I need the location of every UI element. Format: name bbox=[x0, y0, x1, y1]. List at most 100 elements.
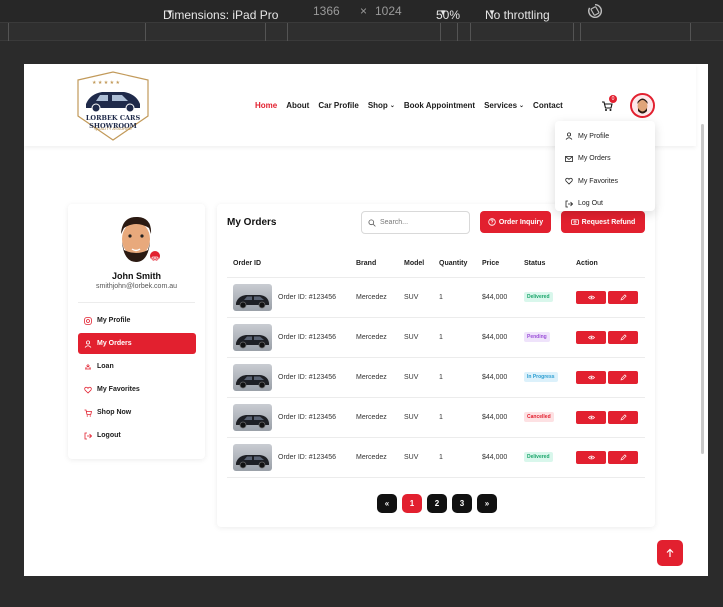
order-inquiry-button[interactable]: Order Inquiry bbox=[480, 211, 551, 233]
side-item-my-orders[interactable]: My Orders bbox=[78, 333, 196, 354]
car-thumbnail bbox=[233, 403, 272, 431]
search-placeholder: Search... bbox=[380, 219, 409, 226]
user-icon bbox=[565, 132, 573, 141]
eye-icon bbox=[587, 375, 595, 379]
side-item-label: My Profile bbox=[97, 317, 131, 324]
table-header-row: Order ID Brand Model Quantity Price Stat… bbox=[227, 251, 645, 278]
caret-down-icon: ▼ bbox=[166, 8, 174, 17]
cell-action bbox=[570, 397, 645, 438]
profile-card: John Smith smithjohn@lorbek.com.au My Pr… bbox=[68, 204, 205, 459]
cell-order-id: Order ID: #123456 bbox=[227, 317, 350, 358]
cell-action bbox=[570, 317, 645, 358]
cell-quantity: 1 bbox=[433, 437, 476, 478]
cell-brand: Mercedez bbox=[350, 277, 398, 318]
cell-price: $44,000 bbox=[476, 437, 518, 478]
nav-about[interactable]: About bbox=[286, 101, 309, 110]
cell-quantity: 1 bbox=[433, 317, 476, 358]
cell-order-id: Order ID: #123456 bbox=[227, 437, 350, 478]
loan-icon bbox=[85, 363, 91, 369]
col-model: Model bbox=[398, 251, 433, 278]
edit-order-button[interactable] bbox=[608, 450, 638, 464]
table-row: Order ID: #123456 Mercedez SUV 1 $44,000 Deli… bbox=[227, 277, 645, 318]
nav-home[interactable]: Home bbox=[255, 101, 277, 110]
eye-icon bbox=[587, 455, 595, 459]
cell-price: $44,000 bbox=[476, 317, 518, 358]
side-item-my-profile[interactable]: My Profile bbox=[78, 310, 196, 331]
nav-shop[interactable]: Shop ⌄ bbox=[368, 101, 395, 110]
divider bbox=[78, 302, 195, 303]
edit-order-button[interactable] bbox=[608, 290, 638, 304]
order-id-text: Order ID: #123456 bbox=[278, 373, 336, 381]
cell-action bbox=[570, 277, 645, 318]
cell-price: $44,000 bbox=[476, 397, 518, 438]
dropdown-my-favorites[interactable]: My Favorites bbox=[555, 170, 655, 193]
side-item-logout[interactable]: Logout bbox=[78, 425, 196, 446]
page-2-button[interactable]: 2 bbox=[427, 494, 447, 513]
next-page-button[interactable]: » bbox=[477, 494, 497, 513]
cell-price: $44,000 bbox=[476, 277, 518, 318]
side-item-label: My Favorites bbox=[97, 386, 140, 393]
nav-book-appointment[interactable]: Book Appointment bbox=[404, 101, 475, 110]
table-row: Order ID: #123456 Mercedez SUV 1 $44,000 Deli… bbox=[227, 437, 645, 478]
dropdown-my-profile[interactable]: My Profile bbox=[555, 125, 655, 148]
cell-quantity: 1 bbox=[433, 397, 476, 438]
pagination: « 1 2 3 » bbox=[377, 494, 497, 513]
side-item-loan[interactable]: Loan bbox=[78, 356, 196, 377]
table-row: Order ID: #123456 Mercedez SUV 1 $44,000 In P… bbox=[227, 357, 645, 398]
nav-car-profile[interactable]: Car Profile bbox=[318, 101, 358, 110]
search-input[interactable]: Search... bbox=[361, 211, 470, 234]
height-input[interactable]: 1024 bbox=[375, 4, 402, 18]
nav-services-label: Services bbox=[484, 101, 518, 110]
site-logo[interactable]: ★ ★ ★ ★ ★ LORBEK CARS SHOWROOM QUALITY A… bbox=[72, 70, 154, 142]
view-order-button[interactable] bbox=[576, 330, 606, 344]
dropdown-my-orders[interactable]: My Orders bbox=[555, 148, 655, 171]
logo-badge-icon: ★ ★ ★ ★ ★ bbox=[77, 71, 149, 141]
car-thumbnail bbox=[233, 443, 272, 471]
eye-icon bbox=[587, 295, 595, 299]
cell-model: SUV bbox=[398, 437, 433, 478]
edit-order-button[interactable] bbox=[608, 330, 638, 344]
nav-contact[interactable]: Contact bbox=[533, 101, 563, 110]
nav-shop-label: Shop bbox=[367, 101, 388, 110]
side-item-label: Shop Now bbox=[97, 409, 132, 416]
view-order-button[interactable] bbox=[576, 410, 606, 424]
cell-quantity: 1 bbox=[433, 357, 476, 398]
dropdown-log-out[interactable]: Log Out bbox=[555, 193, 655, 216]
page-title: My Orders bbox=[227, 217, 277, 228]
width-input[interactable]: 1366 bbox=[313, 4, 340, 18]
nav-services[interactable]: Services ⌄ bbox=[484, 101, 524, 110]
table-row: Order ID: #123456 Mercedez SUV 1 $44,000 Canc… bbox=[227, 397, 645, 438]
col-brand: Brand bbox=[350, 251, 398, 278]
col-price: Price bbox=[476, 251, 518, 278]
logout-icon bbox=[84, 432, 92, 439]
col-order-id: Order ID bbox=[227, 251, 350, 278]
profile-email: smithjohn@lorbek.com.au bbox=[95, 283, 178, 290]
camera-icon[interactable] bbox=[148, 249, 162, 263]
side-item-shop-now[interactable]: Shop Now bbox=[78, 402, 196, 423]
page-3-button[interactable]: 3 bbox=[452, 494, 472, 513]
pencil-icon bbox=[620, 453, 627, 460]
cell-price: $44,000 bbox=[476, 357, 518, 398]
view-order-button[interactable] bbox=[576, 370, 606, 384]
user-avatar-button[interactable] bbox=[630, 93, 655, 118]
refund-icon bbox=[570, 219, 579, 225]
cart-count-badge: 0 bbox=[609, 95, 617, 103]
view-order-button[interactable] bbox=[576, 450, 606, 464]
rotate-icon[interactable] bbox=[586, 2, 604, 20]
pencil-icon bbox=[620, 333, 627, 340]
side-item-label: Logout bbox=[97, 432, 121, 439]
scrollbar[interactable] bbox=[701, 124, 704, 454]
cell-model: SUV bbox=[398, 277, 433, 318]
side-item-my-favorites[interactable]: My Favorites bbox=[78, 379, 196, 400]
page-1-button[interactable]: 1 bbox=[402, 494, 422, 513]
view-order-button[interactable] bbox=[576, 290, 606, 304]
cell-action bbox=[570, 437, 645, 478]
orders-card: My Orders Search... Order Inquiry Reques… bbox=[217, 204, 655, 527]
col-action: Action bbox=[570, 251, 645, 278]
prev-page-button[interactable]: « bbox=[377, 494, 397, 513]
edit-order-button[interactable] bbox=[608, 370, 638, 384]
edit-order-button[interactable] bbox=[608, 410, 638, 424]
car-thumbnail bbox=[233, 323, 272, 351]
scroll-to-top-button[interactable] bbox=[657, 540, 683, 566]
car-thumbnail bbox=[233, 283, 272, 311]
